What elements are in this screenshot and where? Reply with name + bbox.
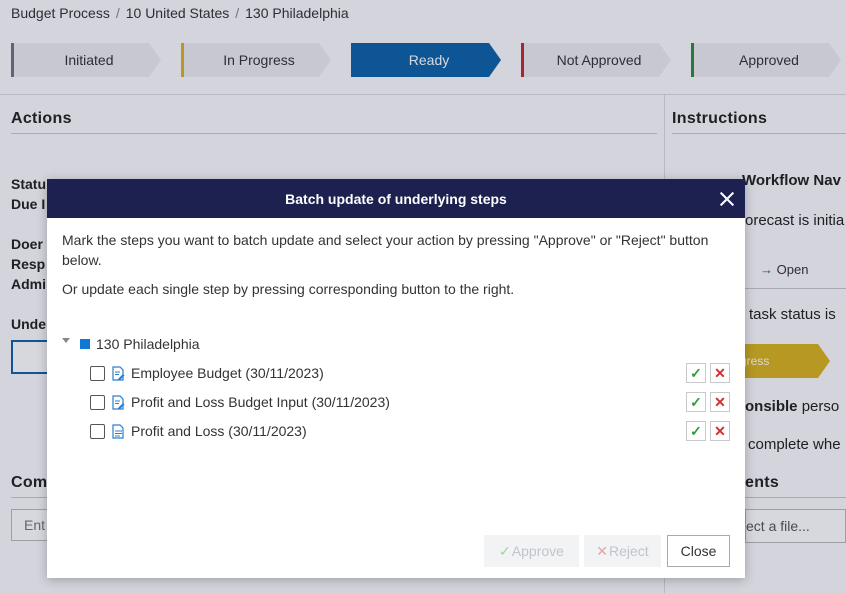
entity-square-icon — [80, 339, 90, 349]
step-actions: ✓ ✕ — [686, 421, 730, 441]
reject-step-button[interactable]: ✕ — [710, 392, 730, 412]
caret-down-icon[interactable] — [62, 337, 70, 343]
reject-step-button[interactable]: ✕ — [710, 421, 730, 441]
step-checkbox[interactable] — [90, 394, 105, 410]
step-row: Profit and Loss Budget Input (30/11/2023… — [90, 391, 730, 413]
step-checkbox[interactable] — [90, 365, 105, 381]
close-icon[interactable] — [717, 189, 737, 209]
edit-document-icon — [112, 365, 125, 381]
dialog-title: Batch update of underlying steps — [285, 190, 507, 207]
approve-button[interactable]: ✓ Approve — [484, 535, 579, 567]
step-actions: ✓ ✕ — [686, 363, 730, 383]
check-icon: ✓ — [499, 542, 511, 559]
document-icon — [112, 423, 124, 439]
edit-document-icon — [112, 394, 125, 410]
approve-step-button[interactable]: ✓ — [686, 421, 706, 441]
step-label: Employee Budget (30/11/2023) — [131, 365, 324, 381]
approve-step-button[interactable]: ✓ — [686, 392, 706, 412]
step-checkbox[interactable] — [90, 423, 105, 439]
step-label: Profit and Loss Budget Input (30/11/2023… — [131, 394, 390, 410]
tree-root-label: 130 Philadelphia — [96, 336, 200, 352]
dialog-instruction: Mark the steps you want to batch update … — [62, 232, 709, 268]
batch-update-dialog: Batch update of underlying steps Mark th… — [47, 179, 745, 578]
step-actions: ✓ ✕ — [686, 392, 730, 412]
dialog-instruction-secondary: Or update each single step by pressing c… — [62, 281, 515, 297]
close-button[interactable]: Close — [667, 535, 730, 567]
x-icon: ✕ — [596, 542, 609, 559]
approve-step-button[interactable]: ✓ — [686, 363, 706, 383]
dialog-header: Batch update of underlying steps — [47, 179, 745, 218]
reject-step-button[interactable]: ✕ — [710, 363, 730, 383]
tree-root-node[interactable]: 130 Philadelphia — [62, 334, 200, 354]
approve-label: Approve — [511, 543, 564, 559]
reject-label: Reject — [609, 543, 649, 559]
step-label: Profit and Loss (30/11/2023) — [131, 423, 307, 439]
step-row: Employee Budget (30/11/2023) ✓ ✕ — [90, 362, 730, 384]
reject-button[interactable]: ✕ Reject — [584, 535, 661, 567]
step-row: Profit and Loss (30/11/2023) ✓ ✕ — [90, 420, 730, 442]
